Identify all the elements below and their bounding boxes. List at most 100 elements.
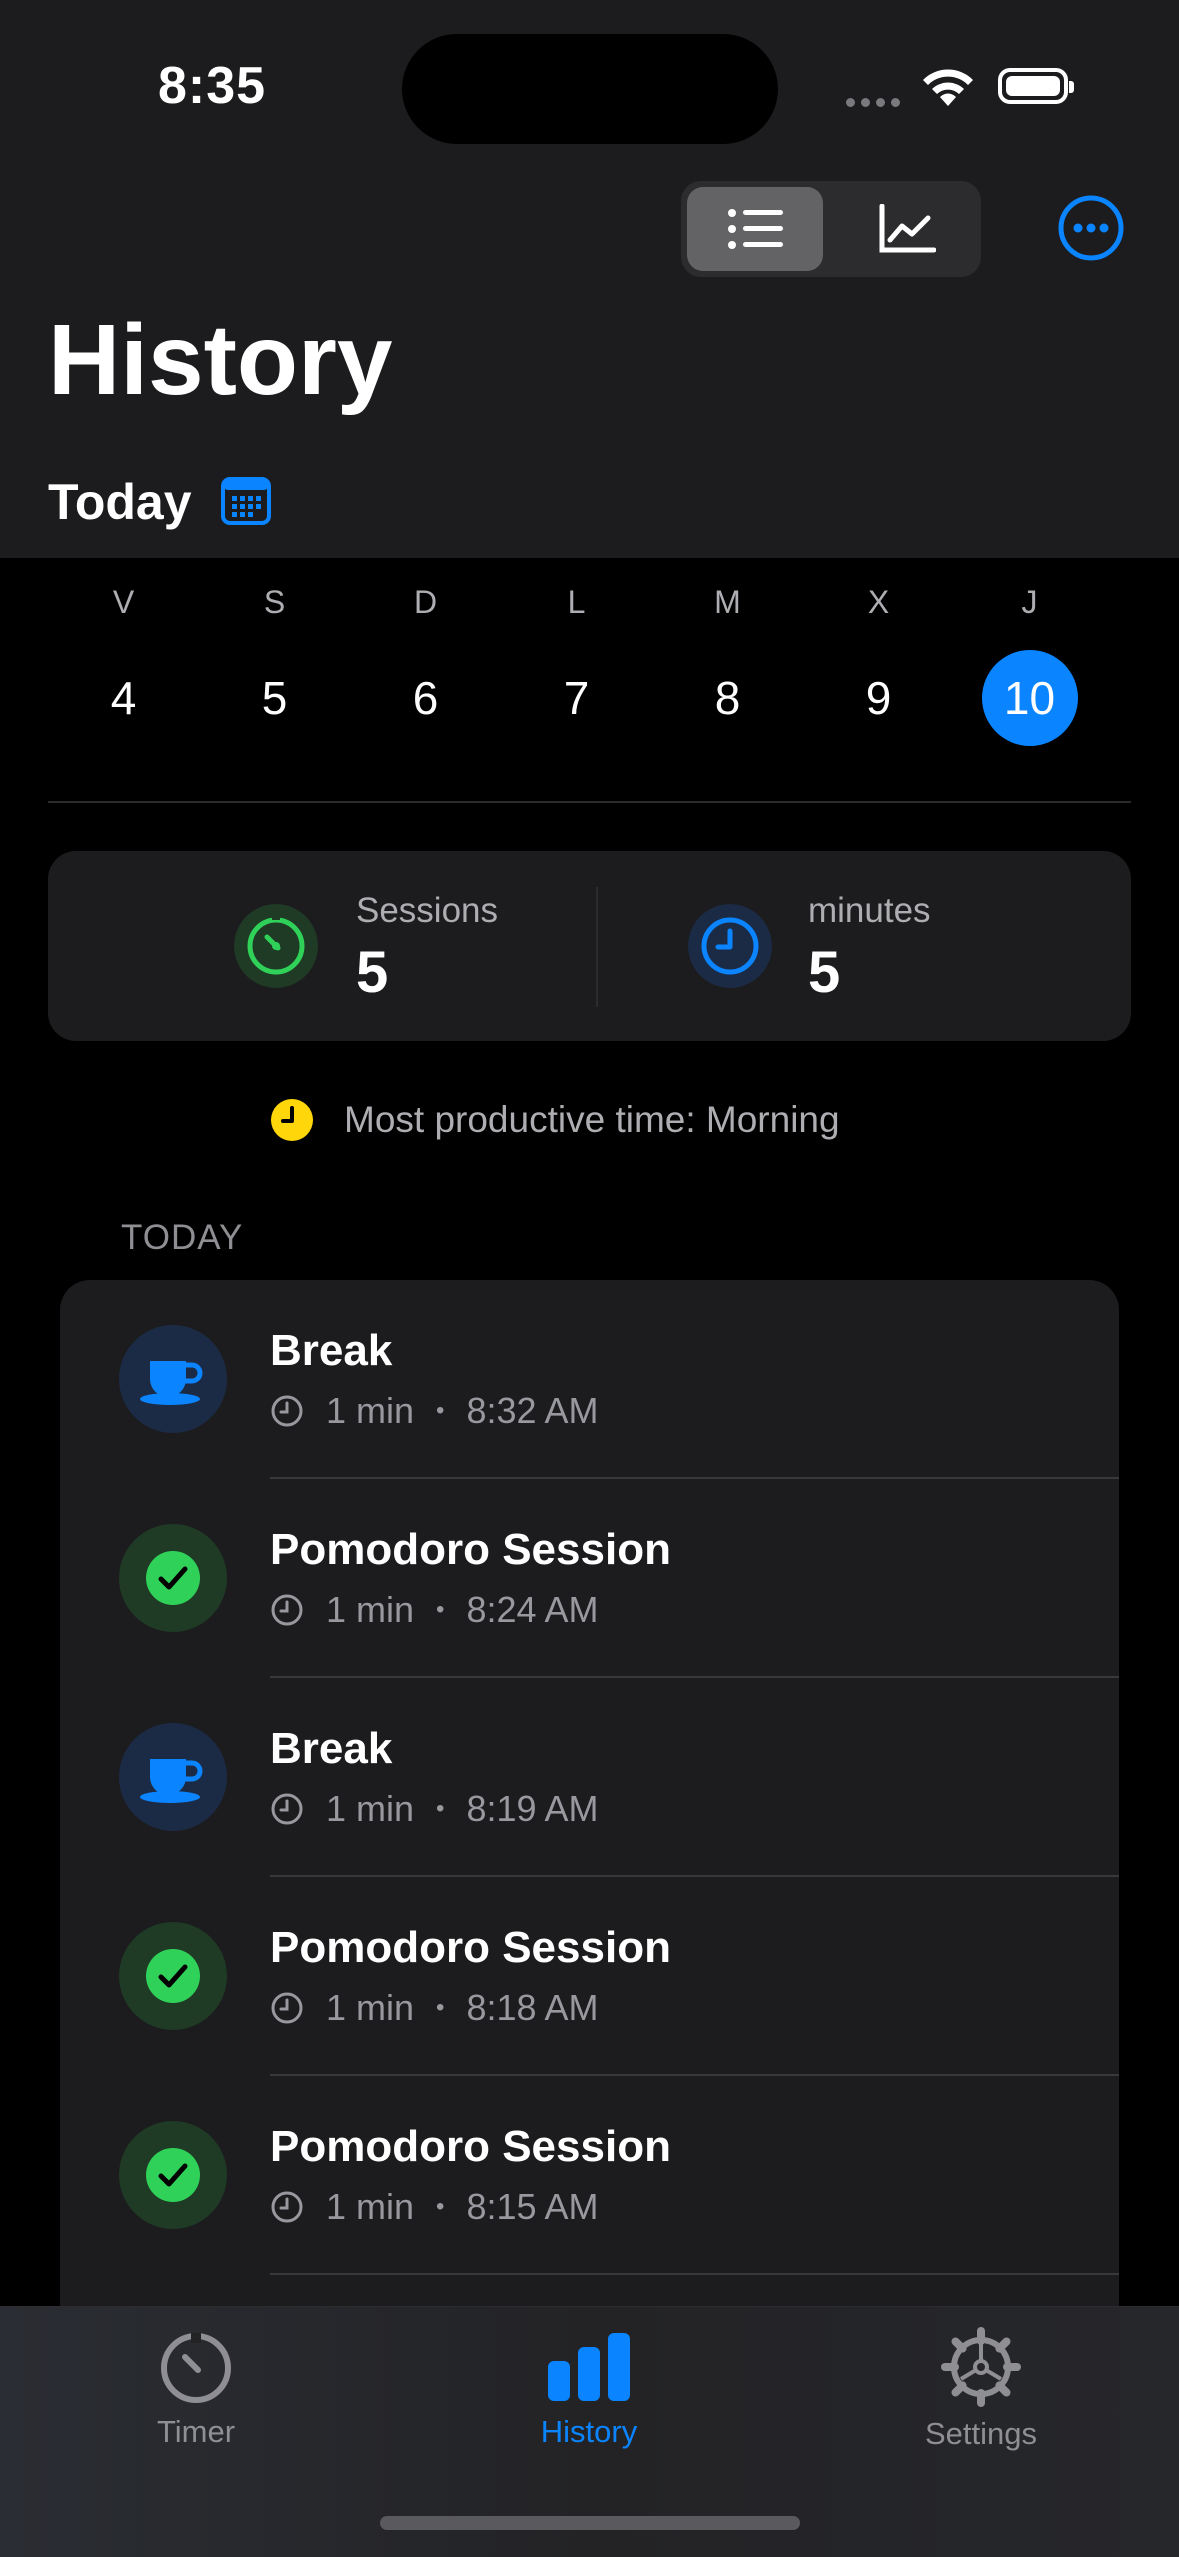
- session-title: Break: [270, 1326, 393, 1375]
- timer-icon: [161, 2333, 231, 2403]
- session-time: 8:19 AM: [466, 1788, 599, 1829]
- session-time: 8:24 AM: [466, 1589, 599, 1630]
- day-number: 9: [865, 672, 892, 724]
- chart-icon: [879, 204, 936, 253]
- checkmark-circle-icon: [146, 1949, 200, 2003]
- day-tue[interactable]: M 8: [652, 580, 803, 746]
- day-sun[interactable]: D 6: [350, 580, 501, 746]
- row-separator: [270, 2273, 1119, 2275]
- battery-icon: [998, 68, 1074, 104]
- sessions-value: 5: [356, 940, 389, 1005]
- gear-icon: [941, 2327, 1021, 2407]
- day-wed[interactable]: X 9: [803, 580, 954, 746]
- timer-icon: [234, 904, 318, 988]
- session-duration: 1 min: [326, 1788, 415, 1829]
- tab-label: Timer: [156, 2414, 236, 2449]
- clock-icon: [271, 1594, 303, 1626]
- tab-history[interactable]: History: [469, 2327, 709, 2450]
- day-thu-selected[interactable]: J 10: [954, 580, 1105, 746]
- tab-settings[interactable]: Settings: [861, 2327, 1101, 2452]
- day-letter: S: [263, 584, 286, 620]
- section-header: TODAY: [121, 1218, 244, 1257]
- completed-icon: [119, 1922, 227, 2030]
- session-meta: 1 min • 8:15 AM: [270, 2186, 599, 2228]
- calendar-icon[interactable]: [220, 476, 272, 526]
- session-time: 8:18 AM: [466, 1987, 599, 2028]
- tab-timer[interactable]: Timer: [76, 2327, 316, 2450]
- list-item[interactable]: Pomodoro Session 1 min • 8:15 AM: [60, 2076, 1119, 2275]
- break-icon: [119, 1723, 227, 1831]
- day-number: 8: [714, 672, 741, 724]
- chart-view-button[interactable]: [839, 187, 975, 271]
- minutes-value: 5: [808, 940, 841, 1005]
- session-duration: 1 min: [326, 1987, 415, 2028]
- day-number: 5: [261, 672, 288, 724]
- stats-separator: [596, 887, 598, 1007]
- list-item[interactable]: Break 1 min • 8:32 AM: [60, 1280, 1119, 1479]
- week-divider: [48, 801, 1131, 803]
- wifi-icon: [923, 69, 973, 106]
- completed-icon: [119, 1524, 227, 1632]
- page-title: History: [48, 304, 393, 416]
- date-label: Today: [48, 474, 192, 530]
- list-item[interactable]: Pomodoro Session 1 min • 8:18 AM: [60, 1877, 1119, 2076]
- clock-icon: [271, 1793, 303, 1825]
- session-duration: 1 min: [326, 2186, 415, 2227]
- break-icon: [119, 1325, 227, 1433]
- dynamic-island: [402, 34, 778, 144]
- home-indicator: [380, 2516, 800, 2530]
- session-meta: 1 min • 8:24 AM: [270, 1589, 599, 1631]
- list-view-button[interactable]: [687, 187, 823, 271]
- list-icon: [728, 209, 783, 249]
- productivity-insight: Most productive time: Morning: [270, 1098, 840, 1142]
- status-time: 8:35: [158, 57, 267, 115]
- day-letter: V: [112, 584, 135, 620]
- day-letter: M: [714, 584, 741, 620]
- clock-icon: [271, 1395, 303, 1427]
- minutes-label: minutes: [808, 891, 931, 930]
- session-meta: 1 min • 8:32 AM: [270, 1390, 599, 1432]
- day-number: 6: [412, 672, 439, 724]
- cellular-signal-icon: [846, 94, 906, 112]
- session-list: Break 1 min • 8:32 AM Pomodoro Session 1…: [60, 1280, 1119, 2380]
- day-number: 4: [110, 672, 137, 724]
- day-sat[interactable]: S 5: [199, 580, 350, 746]
- session-time: 8:15 AM: [466, 2186, 599, 2227]
- completed-icon: [119, 2121, 227, 2229]
- session-title: Pomodoro Session: [270, 1525, 671, 1574]
- day-fri[interactable]: V 4: [48, 580, 199, 746]
- clock-icon: [271, 1992, 303, 2024]
- tab-label: Settings: [924, 2416, 1037, 2451]
- checkmark-circle-icon: [146, 1551, 200, 1605]
- insight-text: Most productive time: Morning: [344, 1099, 840, 1140]
- day-number: 7: [563, 672, 590, 724]
- day-letter: D: [413, 584, 438, 620]
- session-title: Pomodoro Session: [270, 1923, 671, 1972]
- day-letter: L: [567, 584, 586, 620]
- cup-icon: [140, 1759, 203, 1803]
- day-letter: J: [1021, 584, 1038, 620]
- clock-icon: [271, 2191, 303, 2223]
- clock-icon: [688, 904, 772, 988]
- list-item[interactable]: Pomodoro Session 1 min • 8:24 AM: [60, 1479, 1119, 1678]
- more-options-icon[interactable]: [1058, 195, 1124, 261]
- sessions-label: Sessions: [356, 891, 499, 930]
- view-segmented-control: [681, 181, 981, 277]
- clock-fill-icon: [271, 1099, 313, 1141]
- session-meta: 1 min • 8:18 AM: [270, 1987, 599, 2029]
- day-mon[interactable]: L 7: [501, 580, 652, 746]
- day-number-selected: 10: [981, 650, 1078, 746]
- session-title: Break: [270, 1724, 393, 1773]
- checkmark-circle-icon: [146, 2148, 200, 2202]
- session-title: Pomodoro Session: [270, 2122, 671, 2171]
- bar-chart-icon: [548, 2333, 630, 2401]
- session-duration: 1 min: [326, 1589, 415, 1630]
- session-duration: 1 min: [326, 1390, 415, 1431]
- day-letter: X: [867, 584, 890, 620]
- session-meta: 1 min • 8:19 AM: [270, 1788, 599, 1830]
- week-strip: V 4 S 5 D 6 L 7 M 8 X 9 J 10: [48, 580, 1131, 746]
- list-item[interactable]: Break 1 min • 8:19 AM: [60, 1678, 1119, 1877]
- tab-label: History: [540, 2414, 638, 2449]
- cup-icon: [140, 1361, 203, 1405]
- session-time: 8:32 AM: [466, 1390, 599, 1431]
